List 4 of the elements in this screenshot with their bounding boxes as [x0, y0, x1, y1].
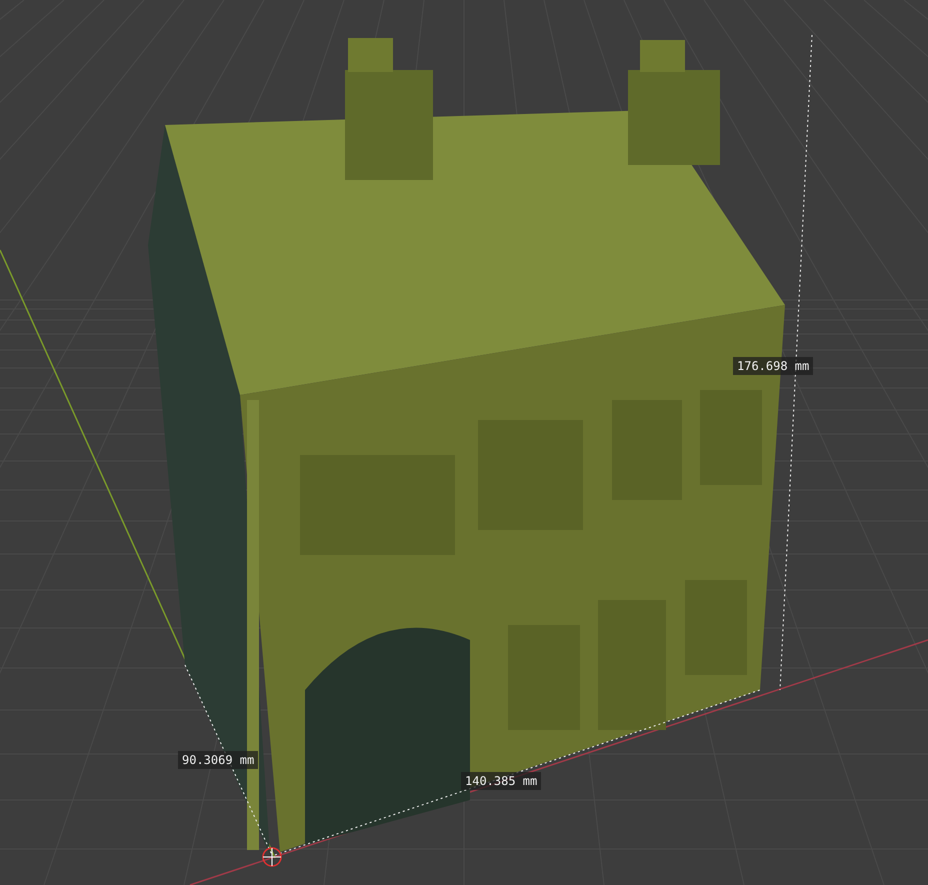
dimension-label: 90.3069 mm [178, 751, 258, 769]
dimension-label: 176.698 mm [733, 357, 814, 375]
origin-marker-icon [262, 847, 282, 867]
dimension-label: 140.385 mm [461, 772, 542, 790]
